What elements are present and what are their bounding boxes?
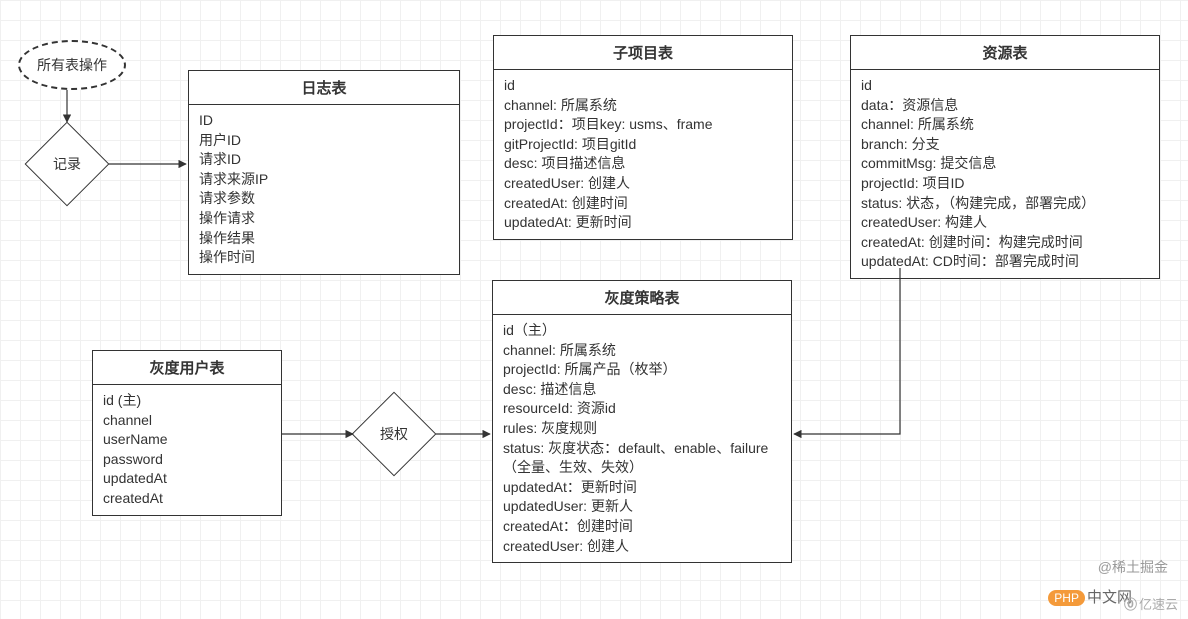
grayuser-field: userName (103, 430, 271, 450)
auth-label: 授权 (352, 392, 436, 476)
graystrat-field: resourceId: 资源id (503, 399, 781, 419)
subproj-field: channel: 所属系统 (504, 96, 782, 116)
sub-project-table-title: 子项目表 (494, 36, 792, 70)
log-field: 操作请求 (199, 209, 449, 229)
graystrat-field: id（主） (503, 321, 781, 341)
graystrat-field: status: 灰度状态：default、enable、failure（全量、生… (503, 439, 781, 478)
sub-project-table: 子项目表 id channel: 所属系统 projectId：项目key: u… (493, 35, 793, 240)
subproj-field: updatedAt: 更新时间 (504, 213, 782, 233)
log-field: 操作结果 (199, 229, 449, 249)
resource-table-body: id data：资源信息 channel: 所属系统 branch: 分支 co… (851, 70, 1159, 278)
start-node: 所有表操作 (18, 40, 126, 90)
watermark-xitu: @稀土掘金 (1098, 557, 1168, 577)
grayuser-field: updatedAt (103, 469, 271, 489)
resource-field: commitMsg: 提交信息 (861, 154, 1149, 174)
grayuser-field: password (103, 450, 271, 470)
php-badge-icon: PHP (1048, 590, 1085, 606)
watermark-php: PHP中文网 (1048, 586, 1132, 607)
gray-strategy-table: 灰度策略表 id（主） channel: 所属系统 projectId: 所属产… (492, 280, 792, 563)
log-field: 请求参数 (199, 189, 449, 209)
grayuser-field: id (主) (103, 391, 271, 411)
yisu-text: 亿速云 (1139, 597, 1178, 612)
log-table-title: 日志表 (189, 71, 459, 105)
log-field: ID (199, 111, 449, 131)
subproj-field: gitProjectId: 项目gitId (504, 135, 782, 155)
log-table-body: ID 用户ID 请求ID 请求来源IP 请求参数 操作请求 操作结果 操作时间 (189, 105, 459, 274)
grayuser-field: createdAt (103, 489, 271, 509)
start-node-label: 所有表操作 (37, 55, 107, 75)
gray-strategy-table-title: 灰度策略表 (493, 281, 791, 315)
subproj-field: createdAt: 创建时间 (504, 194, 782, 214)
graystrat-field: updatedAt：更新时间 (503, 478, 781, 498)
graystrat-field: createdUser: 创建人 (503, 537, 781, 557)
graystrat-field: projectId: 所属产品（枚举） (503, 360, 781, 380)
watermark-yisu: ⓪亿速云 (1124, 594, 1178, 613)
subproj-field: id (504, 76, 782, 96)
log-field: 操作时间 (199, 248, 449, 268)
grayuser-field: channel (103, 411, 271, 431)
gray-user-table-body: id (主) channel userName password updated… (93, 385, 281, 515)
subproj-field: createdUser: 创建人 (504, 174, 782, 194)
resource-table-title: 资源表 (851, 36, 1159, 70)
log-field: 请求ID (199, 150, 449, 170)
record-decision: 记录 (25, 122, 109, 206)
gray-user-table-title: 灰度用户表 (93, 351, 281, 385)
yisu-icon: ⓪ (1124, 597, 1137, 612)
resource-field: id (861, 76, 1149, 96)
resource-field: updatedAt: CD时间：部署完成时间 (861, 252, 1149, 272)
sub-project-table-body: id channel: 所属系统 projectId：项目key: usms、f… (494, 70, 792, 239)
graystrat-field: desc: 描述信息 (503, 380, 781, 400)
graystrat-field: rules: 灰度规则 (503, 419, 781, 439)
resource-field: createdAt: 创建时间：构建完成时间 (861, 233, 1149, 253)
resource-field: branch: 分支 (861, 135, 1149, 155)
resource-table: 资源表 id data：资源信息 channel: 所属系统 branch: 分… (850, 35, 1160, 279)
resource-field: data：资源信息 (861, 96, 1149, 116)
auth-decision: 授权 (352, 392, 436, 476)
graystrat-field: createdAt：创建时间 (503, 517, 781, 537)
record-label: 记录 (25, 122, 109, 206)
gray-strategy-table-body: id（主） channel: 所属系统 projectId: 所属产品（枚举） … (493, 315, 791, 562)
resource-field: projectId: 项目ID (861, 174, 1149, 194)
log-table: 日志表 ID 用户ID 请求ID 请求来源IP 请求参数 操作请求 操作结果 操… (188, 70, 460, 275)
resource-field: status: 状态，（构建完成，部署完成） (861, 194, 1149, 214)
log-field: 用户ID (199, 131, 449, 151)
resource-field: channel: 所属系统 (861, 115, 1149, 135)
subproj-field: desc: 项目描述信息 (504, 154, 782, 174)
graystrat-field: channel: 所属系统 (503, 341, 781, 361)
gray-user-table: 灰度用户表 id (主) channel userName password u… (92, 350, 282, 516)
log-field: 请求来源IP (199, 170, 449, 190)
resource-field: createdUser: 构建人 (861, 213, 1149, 233)
graystrat-field: updatedUser: 更新人 (503, 497, 781, 517)
subproj-field: projectId：项目key: usms、frame (504, 115, 782, 135)
